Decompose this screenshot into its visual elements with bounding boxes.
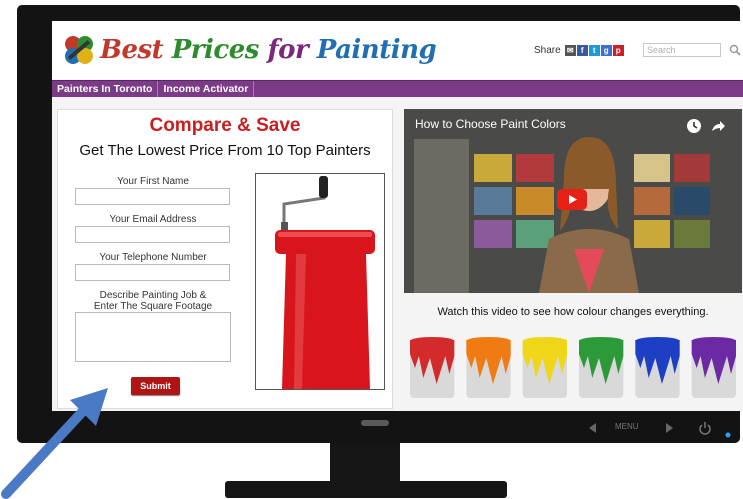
monitor-logo-icon bbox=[361, 420, 389, 426]
twitter-icon[interactable]: t bbox=[588, 45, 600, 56]
site-logo[interactable]: Best Prices for Painting bbox=[62, 30, 437, 70]
email-field[interactable] bbox=[75, 226, 230, 243]
submit-button[interactable]: Submit bbox=[131, 377, 180, 395]
site-header: Best Prices for Painting Share ✉ f t g p… bbox=[52, 21, 743, 79]
quote-form-panel: Compare & Save Get The Lowest Price From… bbox=[57, 109, 393, 409]
form-title: Compare & Save bbox=[149, 115, 301, 136]
main-nav: Painters In Toronto Income Activator bbox=[52, 80, 743, 97]
search-input[interactable]: Search bbox=[643, 43, 721, 57]
video-panel: How to Choose Paint Colors Watch this vi… bbox=[404, 109, 742, 407]
paint-can bbox=[410, 337, 455, 398]
paint-can bbox=[579, 337, 624, 398]
share-arrow-icon[interactable] bbox=[710, 118, 726, 134]
paint-can bbox=[691, 337, 736, 398]
first-name-field[interactable] bbox=[75, 188, 230, 205]
video-player[interactable]: How to Choose Paint Colors bbox=[404, 109, 742, 293]
google-icon[interactable]: g bbox=[600, 45, 612, 56]
share-label: Share bbox=[534, 45, 561, 56]
share-bar: Share ✉ f t g p bbox=[534, 45, 625, 56]
email-label: Your Email Address bbox=[109, 214, 197, 225]
job-description-label-line2: Enter The Square Footage bbox=[93, 301, 213, 312]
monitor-menu-label[interactable]: MENU bbox=[615, 422, 639, 431]
power-led-icon bbox=[725, 432, 731, 438]
nav-item-painters-toronto[interactable]: Painters In Toronto bbox=[52, 81, 159, 97]
job-description-textarea[interactable] bbox=[75, 312, 231, 362]
job-description-label-line1: Describe Painting Job & bbox=[99, 290, 207, 301]
monitor-base bbox=[225, 481, 507, 498]
monitor-frame: Best Prices for Painting Share ✉ f t g p… bbox=[17, 5, 743, 443]
monitor-stand bbox=[330, 443, 400, 481]
form-subtitle: Get The Lowest Price From 10 Top Painter… bbox=[79, 142, 371, 159]
paint-can bbox=[466, 337, 511, 398]
paint-roller-icon bbox=[275, 175, 375, 389]
nav-item-income-activator[interactable]: Income Activator bbox=[158, 81, 255, 97]
video-caption: Watch this video to see how colour chang… bbox=[437, 306, 709, 318]
phone-label: Your Telephone Number bbox=[99, 252, 207, 263]
pointer-arrow-icon bbox=[1, 388, 108, 499]
paint-cans-image bbox=[410, 337, 736, 398]
monitor-right-arrow-icon[interactable] bbox=[663, 422, 675, 434]
facebook-icon[interactable]: f bbox=[576, 45, 588, 56]
play-button-icon[interactable] bbox=[557, 189, 587, 210]
paint-palette-icon bbox=[65, 36, 93, 64]
search-icon[interactable] bbox=[728, 43, 742, 57]
monitor-power-icon[interactable] bbox=[698, 421, 712, 435]
pinterest-icon[interactable]: p bbox=[612, 45, 624, 56]
paint-roller-image bbox=[255, 173, 385, 390]
web-page: Best Prices for Painting Share ✉ f t g p… bbox=[52, 21, 743, 411]
paint-can bbox=[522, 337, 567, 398]
monitor-left-arrow-icon[interactable] bbox=[587, 422, 599, 434]
paint-can bbox=[635, 337, 680, 398]
phone-field[interactable] bbox=[75, 264, 230, 281]
email-icon[interactable]: ✉ bbox=[564, 45, 576, 56]
video-title: How to Choose Paint Colors bbox=[415, 117, 566, 131]
watch-later-icon[interactable] bbox=[686, 118, 702, 134]
first-name-label: Your First Name bbox=[117, 176, 189, 187]
site-logo-text: Best Prices for Painting bbox=[100, 35, 437, 65]
